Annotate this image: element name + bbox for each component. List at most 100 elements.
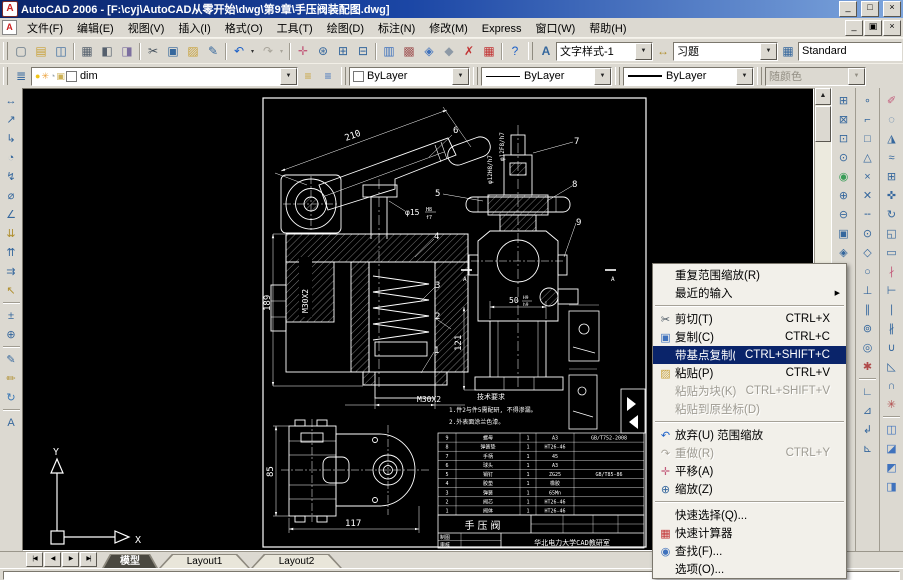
chevron-down-icon[interactable]: ▼: [736, 67, 753, 85]
copy-tool[interactable]: ◌: [882, 110, 901, 129]
zoom-center-tool[interactable]: ⊙: [834, 148, 853, 167]
tab-Layout2[interactable]: Layout2: [251, 554, 342, 568]
maximize-button[interactable]: □: [861, 1, 879, 17]
linetype-combo[interactable]: ByLayer ▼: [481, 66, 612, 86]
document-icon[interactable]: A: [2, 20, 17, 35]
bulb-icon[interactable]: ●: [35, 71, 40, 81]
toolbar-grip[interactable]: [528, 42, 533, 60]
zoom-object-tool[interactable]: ◉: [834, 167, 853, 186]
mirror-tool[interactable]: ◮: [882, 129, 901, 148]
menu-item-3[interactable]: 插入(I): [171, 21, 217, 38]
sheet-set-manager-button[interactable]: ▥: [379, 41, 399, 61]
match-properties-button[interactable]: ✎: [203, 41, 223, 61]
snap-tangent[interactable]: ○: [858, 262, 877, 281]
new-button[interactable]: ▢: [11, 41, 31, 61]
dim-baseline-button[interactable]: ⇈: [2, 243, 21, 262]
layer-combo[interactable]: ● ✳ ◔ ▣ dim ▼: [31, 66, 298, 86]
zoom-previous-button[interactable]: ⊟: [353, 41, 373, 61]
ucs-object-tool[interactable]: ⊾: [858, 439, 877, 458]
chamfer-tool[interactable]: ◺: [882, 357, 901, 376]
color-combo[interactable]: ByLayer ▼: [349, 66, 470, 86]
menu-item-8[interactable]: 修改(M): [422, 21, 475, 38]
trim-tool[interactable]: ∤: [882, 262, 901, 281]
child-minimize-button[interactable]: _: [845, 19, 863, 36]
toolbar-grip[interactable]: [3, 67, 8, 85]
dim-angular-button[interactable]: ∠: [2, 205, 21, 224]
snap-nearest[interactable]: ◎: [858, 338, 877, 357]
table-style-manager-icon[interactable]: ▦: [778, 41, 798, 61]
context-menu-item-quick-calc[interactable]: ▦ 快速计算器: [653, 524, 846, 542]
draworder-under-tool[interactable]: ◨: [882, 477, 901, 496]
temp-track-point[interactable]: ∘: [858, 91, 877, 110]
snap-node[interactable]: ⊚: [858, 319, 877, 338]
context-menu-item-copy[interactable]: ▣ 复制(C) CTRL+C: [653, 328, 846, 346]
snap-intersection[interactable]: ×: [858, 167, 877, 186]
zoom-dynamic-tool[interactable]: ⊠: [834, 110, 853, 129]
pan-realtime-button[interactable]: ✛: [293, 41, 313, 61]
toolbar-grip[interactable]: [3, 42, 8, 60]
sun-icon[interactable]: ✳: [41, 71, 49, 82]
scale-tool[interactable]: ◱: [882, 224, 901, 243]
open-button[interactable]: ▤: [31, 41, 51, 61]
context-menu-item-pan[interactable]: ✛ 平移(A): [653, 462, 846, 480]
snap-perpendicular[interactable]: ⊥: [858, 281, 877, 300]
context-menu-item-recent-input[interactable]: 最近的输入 ▶: [653, 284, 846, 302]
break-at-point-tool[interactable]: ∣: [882, 300, 901, 319]
chevron-down-icon[interactable]: ▼: [594, 67, 611, 85]
menu-item-0[interactable]: 文件(F): [20, 21, 70, 38]
plot-preview-button[interactable]: ◧: [97, 41, 117, 61]
rotate-tool[interactable]: ↻: [882, 205, 901, 224]
stretch-tool[interactable]: ▭: [882, 243, 901, 262]
snap-center[interactable]: ⊙: [858, 224, 877, 243]
help-button[interactable]: ?: [505, 41, 525, 61]
zoom-window-tool[interactable]: ⊞: [834, 91, 853, 110]
zoom-out-tool[interactable]: ⊖: [834, 205, 853, 224]
tab-模型[interactable]: 模型: [102, 554, 158, 568]
plot-state-icon[interactable]: ◔: [50, 71, 55, 81]
dim-style-manager-icon[interactable]: ↔: [653, 41, 673, 61]
tab-nav-button-2[interactable]: ▶: [62, 552, 79, 567]
minimize-button[interactable]: _: [839, 1, 857, 17]
lock-icon[interactable]: ▣: [56, 71, 65, 82]
dim-text-edit-button[interactable]: ✏: [2, 369, 21, 388]
menu-item-11[interactable]: 帮助(H): [582, 21, 633, 38]
chevron-down-icon[interactable]: ▼: [280, 67, 297, 85]
context-menu-item-quick-select[interactable]: 快速选择(Q)...: [653, 506, 846, 524]
toolbar-grip[interactable]: [341, 67, 346, 85]
dim-update-button[interactable]: ↻: [2, 388, 21, 407]
quick-dimension-button[interactable]: ⇊: [2, 224, 21, 243]
dim-linear-button[interactable]: ↔: [2, 91, 21, 110]
hyperlink-button[interactable]: ◈: [419, 41, 439, 61]
toolbar-grip[interactable]: [757, 67, 762, 85]
context-menu-item-copy-with-base-point[interactable]: 带基点复制(B) CTRL+SHIFT+C: [653, 346, 846, 364]
zoom-window-button[interactable]: ⊞: [333, 41, 353, 61]
menu-item-1[interactable]: 编辑(E): [70, 21, 121, 38]
paste-button[interactable]: ▨: [183, 41, 203, 61]
menu-item-4[interactable]: 格式(O): [218, 21, 270, 38]
dim-style-button[interactable]: A: [2, 413, 21, 432]
table-style-combo[interactable]: Standard: [798, 41, 902, 61]
snap-apparent-intersection[interactable]: ✕: [858, 186, 877, 205]
scrollbar-thumb[interactable]: [815, 106, 831, 142]
copy-button[interactable]: ▣: [163, 41, 183, 61]
context-menu-item-zoom[interactable]: ⊕ 缩放(Z): [653, 480, 846, 498]
snap-midpoint[interactable]: △: [858, 148, 877, 167]
text-style-manager-icon[interactable]: A: [536, 41, 556, 61]
ucs-world-tool[interactable]: ⊿: [858, 401, 877, 420]
context-menu-item-paste[interactable]: ▨ 粘贴(P) CTRL+V: [653, 364, 846, 382]
dim-jogged-button[interactable]: ↯: [2, 167, 21, 186]
context-menu-item-repeat-zoom-extents[interactable]: 重复范围缩放(R): [653, 266, 846, 284]
toolbar-grip[interactable]: [473, 67, 478, 85]
draworder-back-tool[interactable]: ◪: [882, 439, 901, 458]
menu-item-7[interactable]: 标注(N): [371, 21, 422, 38]
menu-item-10[interactable]: 窗口(W): [529, 21, 583, 38]
ucs-previous-tool[interactable]: ↲: [858, 420, 877, 439]
center-mark-button[interactable]: ⊕: [2, 325, 21, 344]
snap-from[interactable]: ⌐: [858, 110, 877, 129]
undo-button[interactable]: ↶: [229, 41, 249, 61]
snap-parallel[interactable]: ∥: [858, 300, 877, 319]
extend-tool[interactable]: ⊢: [882, 281, 901, 300]
tab-nav-button-3[interactable]: ▶|: [80, 552, 97, 567]
context-menu-item-undo-zoom[interactable]: ↶ 放弃(U) 范围缩放: [653, 426, 846, 444]
context-menu-item-options[interactable]: 选项(O)...: [653, 560, 846, 578]
